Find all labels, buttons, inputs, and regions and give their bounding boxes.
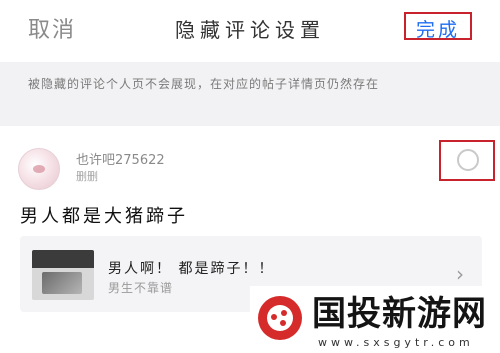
thumbnail-photo: [42, 272, 82, 294]
select-radio[interactable]: [457, 149, 479, 171]
post-thumbnail: [32, 250, 94, 300]
comment-header: 也许吧275622 删删: [0, 127, 500, 199]
watermark-logo-icon: [258, 296, 302, 340]
done-button[interactable]: 完成: [406, 15, 470, 42]
watermark-name: 国投新游网: [312, 294, 487, 334]
logo-dot: [280, 320, 286, 326]
done-highlight-box: 完成: [404, 12, 472, 42]
username[interactable]: 也许吧275622: [76, 149, 165, 168]
chevron-right-icon: ›: [456, 262, 464, 286]
avatar[interactable]: [18, 148, 60, 190]
post-title: 男人啊！ 都是蹄子！！: [108, 261, 275, 277]
select-highlight-box: [439, 140, 495, 181]
top-bar: 取消 隐藏评论设置 完成: [0, 0, 500, 60]
watermark-url: www.sxsgytr.com: [318, 336, 474, 349]
logo-dot: [281, 310, 287, 316]
logo-dot: [271, 314, 277, 320]
notice-banner: 被隐藏的评论个人页不会展现，在对应的帖子详情页仍然存在: [0, 62, 500, 126]
comment-text: 男人都是大猪蹄子: [20, 206, 188, 227]
notice-text: 被隐藏的评论个人页不会展现，在对应的帖子详情页仍然存在: [28, 77, 380, 91]
thumbnail-header: [32, 250, 94, 268]
post-subtitle: 男生不靠谱: [108, 281, 174, 295]
comment-status: 删删: [76, 170, 98, 183]
avatar-image: [33, 165, 45, 173]
logo-inner: [267, 305, 293, 331]
